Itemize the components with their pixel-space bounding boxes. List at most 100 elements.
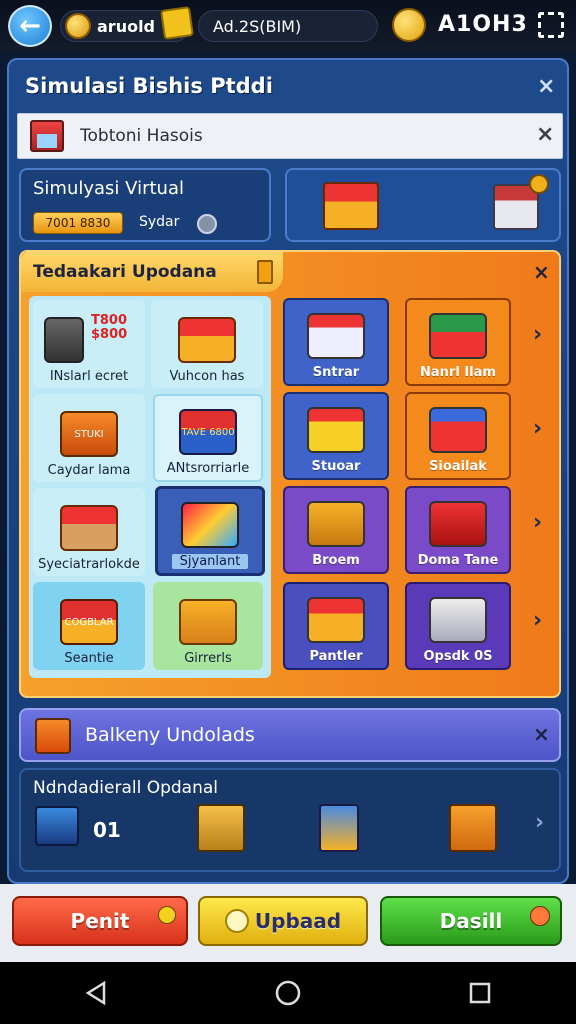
row-1-chevron[interactable]: ›: [533, 322, 542, 347]
tile-left-7-label: Seantie: [64, 651, 114, 666]
tile-right-3-label: Stuoar: [311, 459, 361, 474]
tile-left-8-label: Girrerls: [184, 651, 232, 666]
tile-left-4-label: ANtsrorriarle: [166, 461, 250, 476]
kiosk-icon: [307, 313, 365, 359]
tile-right-3[interactable]: Stuoar: [283, 392, 389, 480]
bottom-section-title: Ndndadierall Opdanal: [33, 778, 219, 798]
tile-left-6-selected[interactable]: Sjyanlant: [155, 486, 265, 576]
update-panel-title: Tedaakari Upodana: [33, 262, 217, 282]
top-bar: ← aruold Ad.2S(BIM) A1OH3: [0, 0, 576, 52]
tile-right-5[interactable]: Broem: [283, 486, 389, 574]
package-icon: [35, 718, 71, 754]
promo-sign-icon: COGBLAR: [60, 599, 118, 645]
cash-register-icon: [307, 501, 365, 547]
tile-left-1[interactable]: T800 $800 INslarl ecret: [33, 300, 145, 388]
bottom-banner-close-button[interactable]: ×: [533, 724, 550, 744]
row-3-chevron[interactable]: ›: [533, 510, 542, 535]
nav-back-icon[interactable]: [82, 979, 110, 1007]
currency-label: aruold: [97, 16, 156, 36]
produce-crate-icon: [179, 599, 237, 645]
sub-header-bar: Tobtoni Hasois ×: [17, 113, 563, 159]
tile-right-2-label: Nanrl Ilam: [420, 365, 496, 380]
toy-store-icon: [307, 407, 365, 453]
window-close-button[interactable]: ×: [537, 76, 555, 98]
tile-left-6-label: Sjyanlant: [171, 554, 249, 569]
tile-right-7-label: Pantler: [309, 649, 363, 664]
ad-pill[interactable]: Ad.2S(BIM): [198, 10, 378, 42]
tile-right-8[interactable]: Opsdk 0S: [405, 582, 511, 670]
stall-icon: [323, 182, 379, 230]
back-arrow-icon[interactable]: ←: [8, 5, 52, 47]
market-stall-icon: [178, 317, 236, 363]
tile-left-8[interactable]: Girrerls: [153, 582, 263, 670]
main-window: Simulasi Bishis Ptddi × Tobtoni Hasois ×…: [7, 58, 569, 884]
middle-action-label: Upbaad: [254, 909, 342, 933]
nav-home-icon[interactable]: [274, 979, 302, 1007]
tile-left-5[interactable]: Syeciatrarlokde: [33, 488, 145, 576]
tile-right-4[interactable]: Sioailak: [405, 392, 511, 480]
tile-left-1-price: T800 $800: [91, 313, 128, 343]
row-4-chevron[interactable]: ›: [533, 608, 542, 633]
tile-right-1[interactable]: Sntrar: [283, 298, 389, 386]
bottom-banner[interactable]: Balkeny Undolads ×: [19, 708, 561, 762]
tile-right-7[interactable]: Pantler: [283, 582, 389, 670]
level-label: A1OH3: [438, 12, 528, 37]
ad-label: Ad.2S(BIM): [213, 16, 302, 36]
fullscreen-icon[interactable]: [538, 12, 564, 38]
update-panel-header: Tedaakari Upodana: [21, 252, 283, 292]
tile-left-5-label: Syeciatrarlokde: [38, 557, 140, 572]
nav-recents-icon[interactable]: [466, 979, 494, 1007]
tile-right-5-label: Broem: [312, 553, 360, 568]
vending-icon[interactable]: [319, 804, 359, 852]
simulation-card[interactable]: Simulyasi Virtual 7001 8830 Sydar: [19, 168, 271, 242]
window-title: Simulasi Bishis Ptddi: [25, 74, 273, 98]
delivery-truck-icon: [429, 501, 487, 547]
shop-icon: [30, 120, 64, 152]
system-nav-bar: [0, 962, 576, 1024]
bottom-section-chevron[interactable]: ›: [535, 810, 544, 835]
sub-header-close-button[interactable]: ×: [536, 124, 554, 146]
tile-left-3-sign: STUKI: [74, 428, 104, 440]
right-action-button[interactable]: Dasill: [380, 896, 562, 946]
note-icon: [257, 260, 273, 284]
tile-right-4-label: Sioailak: [429, 459, 487, 474]
sign-board-icon: TAVE 6800: [179, 409, 237, 455]
confirm-badge-icon: [530, 906, 550, 926]
gem-icon: [160, 6, 194, 40]
tile-left-7-sign: COGBLAR: [64, 616, 114, 628]
simulation-title: Simulyasi Virtual: [33, 178, 184, 199]
tablet-icon: [35, 806, 79, 846]
info-icon[interactable]: [197, 214, 217, 234]
update-panel: Tedaakari Upodana × T800 $800 INslarl ec…: [19, 250, 561, 698]
coin-icon: [65, 13, 91, 39]
bakery-stall-icon: [60, 505, 118, 551]
left-action-label: Penit: [70, 909, 130, 933]
register-icon[interactable]: [197, 804, 245, 852]
tile-left-4-sign: TAVE 6800: [181, 426, 235, 438]
tile-left-2[interactable]: Vuhcon has: [151, 300, 263, 388]
middle-action-button[interactable]: Upbaad: [198, 896, 368, 946]
tile-left-3-label: Caydar lama: [47, 463, 131, 478]
tile-left-4[interactable]: TAVE 6800 ANtsrorriarle: [153, 394, 263, 482]
right-action-label: Dasill: [439, 909, 503, 933]
tile-right-8-label: Opsdk 0S: [423, 649, 493, 664]
bonus-coin-icon[interactable]: [392, 8, 426, 42]
row-2-chevron[interactable]: ›: [533, 416, 542, 441]
tile-left-7[interactable]: COGBLAR Seantie: [33, 582, 145, 670]
simulation-status: Sydar: [139, 214, 180, 230]
box-icon[interactable]: [449, 804, 497, 852]
left-action-button[interactable]: Penit: [12, 896, 188, 946]
cancel-badge-icon: [158, 906, 176, 924]
bottom-banner-title: Balkeny Undolads: [85, 724, 255, 746]
tile-left-1-label: INslarl ecret: [49, 369, 129, 384]
update-panel-close-button[interactable]: ×: [533, 262, 550, 282]
tile-right-6[interactable]: Doma Tane: [405, 486, 511, 574]
tile-right-6-label: Doma Tane: [417, 553, 499, 568]
cart-icon: STUKI: [60, 411, 118, 457]
tile-left-3[interactable]: STUKI Caydar lama: [33, 394, 145, 482]
shop-preview-card[interactable]: [285, 168, 561, 242]
bottom-section-count: 01: [93, 818, 121, 842]
tile-right-2[interactable]: Nanrl Ilam: [405, 298, 511, 386]
grocery-icon: [429, 407, 487, 453]
star-icon: [224, 909, 249, 933]
